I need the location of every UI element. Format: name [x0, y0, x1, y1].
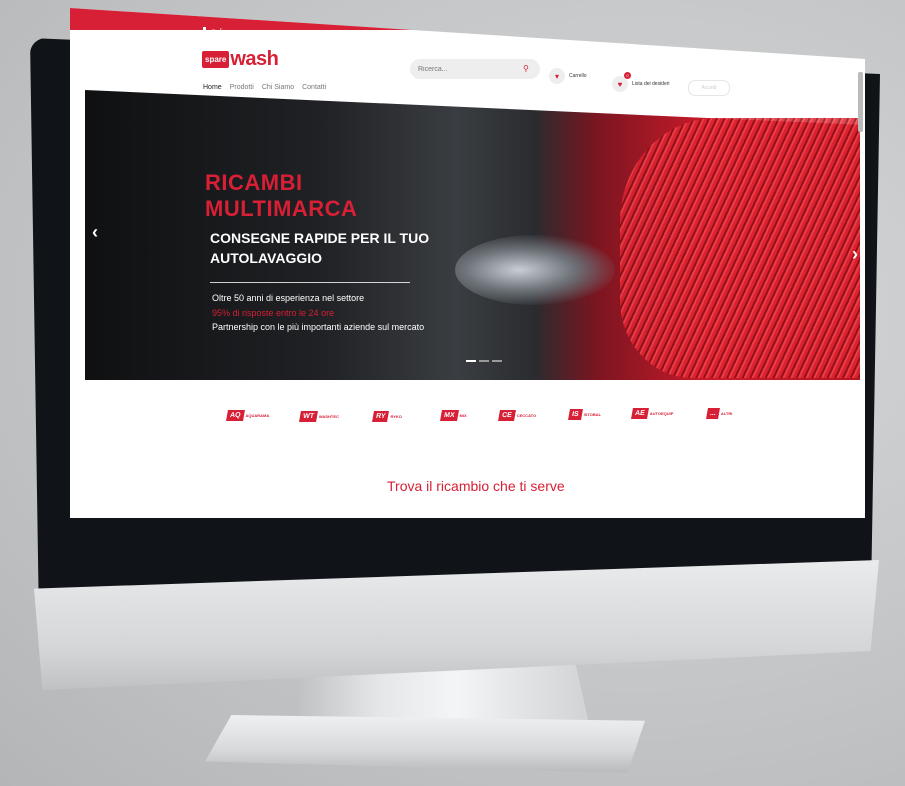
login-button[interactable]: Accedi — [688, 80, 730, 96]
brand-item[interactable]: AQ AQUARAMA — [226, 410, 270, 421]
nav-products[interactable]: Prodotti — [230, 84, 254, 91]
sparewash-logo[interactable]: spare wash — [202, 47, 279, 70]
brand-item[interactable]: ... ALTRI — [706, 408, 733, 419]
brand-code: IS — [568, 409, 583, 420]
brand-item[interactable]: WT WASHTEC — [299, 411, 339, 422]
logo-spare: spare — [202, 50, 230, 68]
brand-item[interactable]: IS ISTOBAL — [568, 409, 602, 420]
brand-list: AQ AQUARAMA WT WASHTEC RY RYKO MX MIX CE… — [226, 408, 787, 432]
slider-dot[interactable] — [466, 360, 476, 362]
chevron-right-icon[interactable]: › — [852, 244, 858, 265]
wishlist-count-badge: 0 — [624, 72, 631, 79]
hero-point-1: Oltre 50 anni di esperienza nel settore — [212, 293, 365, 303]
brand-code: WT — [299, 411, 318, 422]
brand-code: ... — [706, 408, 720, 419]
top-announcement-bar — [70, 8, 865, 30]
brand-item[interactable]: RY RYKO — [372, 411, 402, 422]
brand-name: WASHTEC — [318, 414, 339, 419]
main-nav: Home Prodotti Chi Siamo Contatti — [203, 84, 326, 91]
hero-subtitle-line2: AUTOLAVAGGIO — [210, 250, 322, 266]
hero-title-line1: RICAMBI — [205, 170, 303, 195]
brand-name: ALTRI — [720, 411, 733, 416]
brand-name: RYKO — [390, 414, 402, 419]
car-wash-brush-image — [620, 118, 860, 378]
cart-button[interactable]: ▾ Carrello — [549, 68, 587, 84]
slider-dots — [466, 360, 502, 362]
announcement-text: Vi attendiamo ad AUTOPROMOTEC allo Stand… — [385, 39, 532, 45]
car-headlight-image — [455, 235, 615, 305]
brand-item[interactable]: CE CECCATO — [498, 410, 537, 421]
hero-divider — [210, 282, 410, 283]
find-part-heading: Trova il ricambio che ti serve — [387, 478, 565, 494]
cart-label: Carrello — [569, 73, 587, 79]
chevron-left-icon[interactable]: ‹ — [92, 222, 98, 243]
hero-point-2: 95% di risposte entro le 24 ore — [212, 308, 335, 318]
wishlist-button[interactable]: ♥ Lista dei desideri — [612, 76, 670, 92]
brand-name: ISTOBAL — [583, 412, 602, 417]
brand-name: MIX — [459, 413, 467, 418]
brand-item[interactable]: AE AUTOEQUIP — [631, 408, 674, 419]
nav-home[interactable]: Home — [203, 84, 222, 91]
brand-name: AQUARAMA — [245, 413, 270, 418]
hero-subtitle-line1: CONSEGNE RAPIDE PER IL TUO — [210, 230, 430, 246]
slider-dot[interactable] — [479, 360, 489, 362]
search-input[interactable] — [410, 59, 540, 79]
apple-logo-icon — [482, 594, 526, 638]
scrollbar[interactable] — [858, 72, 863, 132]
hero-title-line2: MULTIMARCA — [205, 196, 358, 221]
search-icon[interactable]: ⚲ — [523, 64, 529, 73]
brand-name: CECCATO — [516, 413, 537, 418]
language-label: Italiano — [211, 29, 235, 36]
nav-about[interactable]: Chi Siamo — [262, 84, 294, 91]
imac-stand-foot — [205, 715, 645, 773]
brand-code: AQ — [226, 410, 245, 421]
brand-code: CE — [498, 410, 516, 421]
brand-item[interactable]: MX MIX — [440, 410, 467, 421]
brand-code: MX — [440, 410, 459, 421]
brand-code: RY — [372, 411, 390, 422]
hero-point-3: Partnership con le più importanti aziend… — [212, 322, 425, 332]
brand-name: AUTOEQUIP — [649, 411, 674, 416]
nav-contacts[interactable]: Contatti — [302, 84, 326, 91]
slider-dot[interactable] — [492, 360, 502, 362]
language-selector[interactable]: Italiano ▾ — [203, 27, 240, 36]
wishlist-label: Lista dei desideri — [632, 81, 670, 87]
brand-code: AE — [631, 408, 649, 419]
cart-icon: ▾ — [549, 68, 565, 84]
logo-wash: wash — [230, 47, 279, 70]
